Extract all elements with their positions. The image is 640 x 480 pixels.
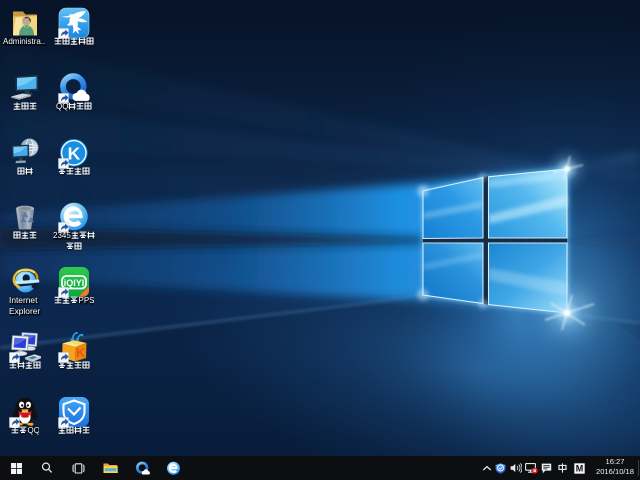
svg-text:Explorer: Explorer [9, 306, 40, 316]
svg-text:QQ: QQ [27, 426, 39, 435]
svg-text:K: K [67, 143, 80, 163]
svg-text:QQ: QQ [56, 102, 68, 111]
svg-text:Administra...: Administra... [3, 37, 46, 46]
svg-text:PPS: PPS [78, 296, 94, 305]
svg-text:K: K [75, 346, 84, 360]
svg-text:M: M [575, 463, 583, 473]
svg-text:2345: 2345 [53, 231, 71, 240]
svg-text:Internet: Internet [9, 295, 38, 305]
svg-text:iQIYI: iQIYI [63, 278, 84, 288]
